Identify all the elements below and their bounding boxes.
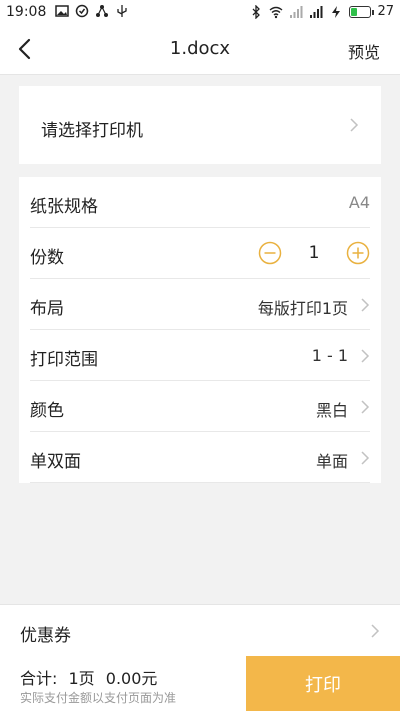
chevron-right-icon bbox=[361, 400, 370, 414]
page-title: 1.docx bbox=[169, 38, 231, 59]
total-pages: 1页 bbox=[68, 669, 95, 688]
plus-circle-icon[interactable] bbox=[346, 241, 370, 265]
preview-button[interactable]: 预览 bbox=[348, 39, 380, 63]
chevron-right-icon bbox=[350, 118, 359, 132]
minus-circle-icon[interactable] bbox=[258, 241, 282, 265]
divider bbox=[30, 482, 370, 483]
layout-row[interactable]: 布局 每版打印1页 bbox=[19, 279, 381, 330]
print-button[interactable]: 打印 bbox=[246, 656, 400, 711]
layout-value: 每版打印1页 bbox=[257, 299, 348, 318]
payment-note: 实际支付金额以支付页面为准 bbox=[20, 691, 177, 705]
nav-bar: 1.docx 预览 bbox=[0, 24, 400, 75]
printer-select[interactable]: 请选择打印机 bbox=[19, 86, 381, 164]
battery-level: 27 bbox=[377, 4, 394, 19]
usb-icon bbox=[117, 5, 127, 17]
paper-size-row: 纸张规格 A4 bbox=[19, 177, 381, 228]
status-time: 19:08 bbox=[6, 4, 47, 20]
color-label: 颜色 bbox=[30, 401, 64, 421]
total-amount: 0.00元 bbox=[105, 669, 158, 688]
copies-row: 份数 1 bbox=[19, 228, 381, 279]
chevron-right-icon bbox=[361, 349, 370, 363]
paper-size-label: 纸张规格 bbox=[30, 197, 98, 217]
status-bar: 19:08 27 bbox=[0, 0, 400, 24]
wifi-icon bbox=[270, 6, 283, 18]
color-value: 黑白 bbox=[315, 401, 348, 420]
copies-label: 份数 bbox=[30, 248, 64, 268]
duplex-row[interactable]: 单双面 单面 bbox=[19, 432, 381, 483]
image-icon bbox=[55, 5, 69, 17]
coupon-row[interactable]: 优惠券 bbox=[0, 604, 400, 658]
charging-icon bbox=[332, 5, 341, 18]
signal-icon bbox=[290, 5, 303, 18]
print-range-label: 打印范围 bbox=[30, 350, 98, 370]
printer-select-label: 请选择打印机 bbox=[41, 121, 143, 141]
share-icon bbox=[96, 5, 108, 17]
duplex-label: 单双面 bbox=[30, 452, 81, 472]
color-row[interactable]: 颜色 黑白 bbox=[19, 381, 381, 432]
copies-stepper: 1 bbox=[258, 241, 370, 265]
duplex-value: 单面 bbox=[315, 452, 348, 471]
check-circle-icon bbox=[75, 4, 89, 18]
coupon-label: 优惠券 bbox=[20, 626, 71, 646]
signal-icon bbox=[310, 5, 323, 18]
print-range-row[interactable]: 打印范围 1 - 1 bbox=[19, 330, 381, 381]
chevron-right-icon bbox=[361, 298, 370, 312]
chevron-right-icon bbox=[361, 451, 370, 465]
chevron-right-icon bbox=[371, 624, 380, 638]
copies-value: 1 bbox=[308, 243, 320, 263]
print-range-value: 1 - 1 bbox=[311, 346, 348, 365]
paper-size-value: A4 bbox=[348, 193, 370, 212]
total-summary: 合计: 1页 0.00元 bbox=[20, 665, 163, 689]
print-settings: 纸张规格 A4 份数 1 布局 每版打印1页 打印范围 1 - 1 颜色 黑白 … bbox=[19, 177, 381, 483]
checkout-bar: 合计: 1页 0.00元 实际支付金额以支付页面为准 打印 bbox=[0, 656, 400, 711]
bluetooth-icon bbox=[252, 4, 261, 19]
layout-label: 布局 bbox=[30, 299, 64, 319]
battery-icon bbox=[349, 5, 375, 18]
total-label: 合计: bbox=[20, 669, 58, 688]
